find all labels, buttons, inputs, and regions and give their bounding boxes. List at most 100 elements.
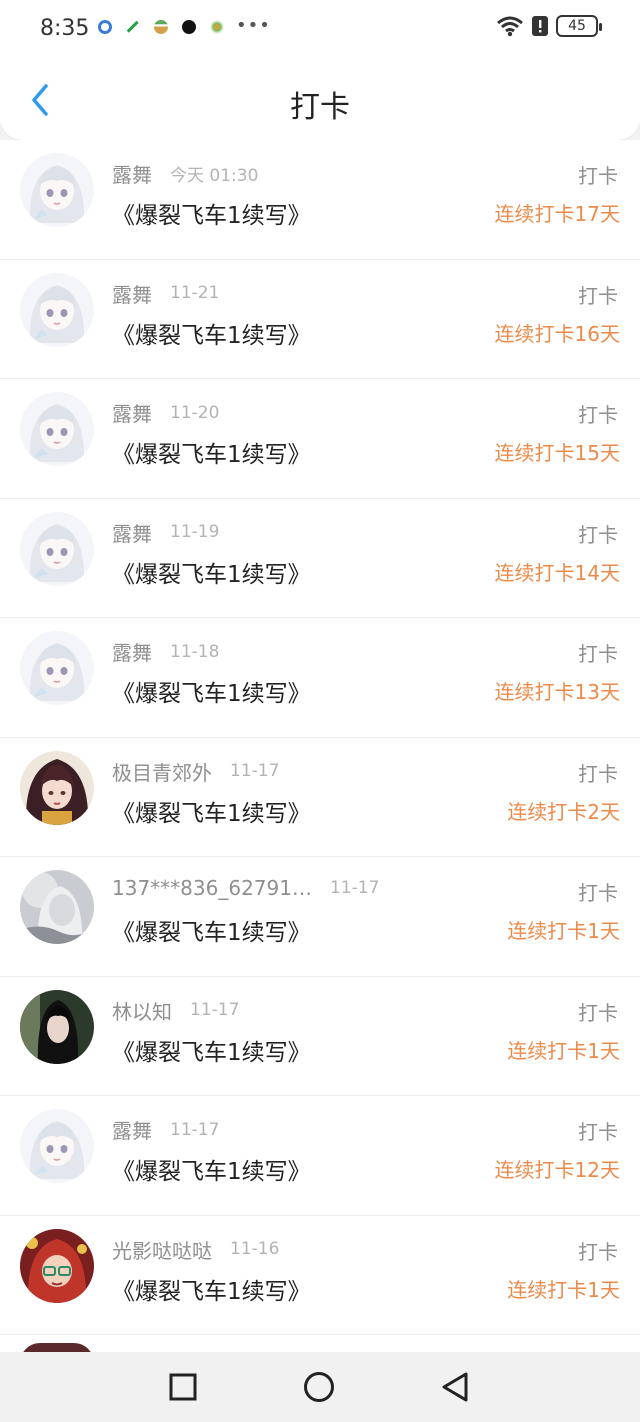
novel-title[interactable]: 《爆裂飞车1续写》 bbox=[112, 1272, 311, 1306]
app-icon bbox=[154, 20, 168, 34]
checkin-label: 打卡 bbox=[578, 642, 618, 666]
triangle-back-icon bbox=[442, 1372, 468, 1402]
status-bar: 8:35 ••• 45 bbox=[0, 0, 640, 60]
meta-line: 露舞 11-21 bbox=[112, 279, 219, 308]
checkin-label: 打卡 bbox=[578, 761, 618, 786]
page-title: 打卡 bbox=[290, 90, 350, 125]
top-app-bar: 打卡 bbox=[0, 60, 640, 140]
streak-count: 连续打卡13天 bbox=[494, 680, 620, 704]
meta-line: 露舞 11-18 bbox=[112, 637, 219, 666]
list-item[interactable]: 极目青郊外 11-17 《爆裂飞车1续写》 打卡 连续打卡2天 bbox=[0, 738, 640, 857]
streak-count: 连续打卡1天 bbox=[507, 1038, 620, 1063]
checkin-label: 打卡 bbox=[578, 1000, 618, 1025]
streak-count: 连续打卡14天 bbox=[494, 560, 620, 585]
user-name[interactable]: 林以知 bbox=[112, 996, 172, 1025]
checkin-label: 打卡 bbox=[578, 164, 618, 188]
meta-line: 露舞 11-20 bbox=[112, 398, 219, 427]
novel-title[interactable]: 《爆裂飞车1续写》 bbox=[112, 196, 311, 230]
list-item[interactable]: 露舞 11-18 《爆裂飞车1续写》 打卡 连续打卡13天 bbox=[0, 618, 640, 738]
avatar bbox=[20, 870, 94, 944]
streak-count: 连续打卡1天 bbox=[507, 1277, 620, 1302]
list-item[interactable]: 林以知 11-17 《爆裂飞车1续写》 打卡 连续打卡1天 bbox=[0, 977, 640, 1096]
app-icon bbox=[98, 20, 112, 34]
wifi-icon bbox=[497, 16, 523, 37]
meta-line: 光影哒哒哒 11-16 bbox=[112, 1235, 279, 1264]
novel-title[interactable]: 《爆裂飞车1续写》 bbox=[112, 316, 311, 350]
checkin-date: 11-19 bbox=[170, 522, 220, 542]
novel-title[interactable]: 《爆裂飞车1续写》 bbox=[112, 794, 311, 828]
list-item[interactable]: 露舞 11-17 《爆裂飞车1续写》 打卡 连续打卡12天 bbox=[0, 1096, 640, 1216]
system-nav-bar bbox=[0, 1352, 640, 1422]
novel-title[interactable]: 《爆裂飞车1续写》 bbox=[112, 435, 311, 469]
notification-icons bbox=[98, 20, 224, 34]
meta-line: 林以知 11-17 bbox=[112, 996, 239, 1025]
streak-count: 连续打卡12天 bbox=[494, 1158, 620, 1182]
avatar bbox=[20, 631, 94, 705]
checkin-date: 11-17 bbox=[329, 878, 380, 898]
user-name[interactable]: 极目青郊外 bbox=[112, 757, 212, 786]
app-icon bbox=[126, 20, 140, 34]
list-item[interactable]: 137***836_62791… 11-17 《爆裂飞车1续写》 打卡 连续打卡… bbox=[0, 857, 640, 977]
checkin-date: 11-17 bbox=[230, 761, 280, 781]
status-time: 8:35 bbox=[40, 16, 90, 41]
user-name[interactable]: 露舞 bbox=[112, 159, 152, 188]
list-item-partial[interactable] bbox=[0, 1335, 640, 1363]
streak-count: 连续打卡17天 bbox=[494, 202, 620, 226]
avatar bbox=[20, 511, 94, 586]
novel-title[interactable]: 《爆裂飞车1续写》 bbox=[112, 1152, 311, 1186]
meta-line: 极目青郊外 11-17 bbox=[112, 757, 279, 786]
avatar bbox=[20, 750, 94, 825]
user-name[interactable]: 露舞 bbox=[112, 637, 152, 666]
meta-line: 137***836_62791… 11-17 bbox=[112, 876, 379, 900]
checkin-label: 打卡 bbox=[578, 283, 618, 308]
avatar bbox=[20, 1228, 94, 1303]
avatar bbox=[20, 989, 94, 1064]
avatar bbox=[20, 1109, 94, 1183]
user-name[interactable]: 露舞 bbox=[112, 279, 152, 308]
list-item[interactable]: 露舞 11-21 《爆裂飞车1续写》 打卡 连续打卡16天 bbox=[0, 260, 640, 379]
status-right: 45 bbox=[496, 15, 602, 37]
novel-title[interactable]: 《爆裂飞车1续写》 bbox=[112, 555, 311, 589]
checkin-label: 打卡 bbox=[578, 1120, 618, 1144]
meta-line: 露舞 11-17 bbox=[112, 1115, 219, 1144]
checkin-date: 11-18 bbox=[170, 641, 220, 662]
streak-count: 连续打卡16天 bbox=[494, 321, 620, 346]
back-nav-button[interactable] bbox=[438, 1370, 472, 1404]
list-item[interactable]: 光影哒哒哒 11-16 《爆裂飞车1续写》 打卡 连续打卡1天 bbox=[0, 1216, 640, 1335]
novel-title[interactable]: 《爆裂飞车1续写》 bbox=[112, 674, 311, 708]
avatar bbox=[20, 392, 94, 466]
checkin-date: 11-17 bbox=[190, 1000, 240, 1020]
square-icon bbox=[169, 1373, 197, 1401]
novel-title[interactable]: 《爆裂飞车1续写》 bbox=[112, 1033, 311, 1067]
app-icon bbox=[182, 20, 196, 34]
recents-button[interactable] bbox=[166, 1370, 200, 1404]
app-icon bbox=[210, 20, 224, 34]
battery-icon: 45 bbox=[556, 15, 602, 37]
avatar bbox=[20, 153, 94, 227]
user-name[interactable]: 137***836_62791… bbox=[112, 876, 312, 900]
checkin-date: 11-16 bbox=[230, 1239, 280, 1259]
user-name[interactable]: 光影哒哒哒 bbox=[112, 1235, 212, 1264]
checkin-date: 11-17 bbox=[170, 1119, 220, 1140]
checkin-label: 打卡 bbox=[578, 522, 618, 547]
list-item[interactable]: 露舞 今天 01:30 《爆裂飞车1续写》 打卡 连续打卡17天 bbox=[0, 140, 640, 260]
checkin-date: 11-20 bbox=[170, 402, 220, 423]
more-icon: ••• bbox=[236, 15, 271, 36]
checkin-label: 打卡 bbox=[578, 881, 618, 905]
checkin-label: 打卡 bbox=[578, 403, 618, 427]
avatar bbox=[20, 272, 94, 347]
checkin-label: 打卡 bbox=[578, 1239, 618, 1264]
list-item[interactable]: 露舞 11-20 《爆裂飞车1续写》 打卡 连续打卡15天 bbox=[0, 379, 640, 499]
streak-count: 连续打卡2天 bbox=[507, 799, 620, 824]
home-button[interactable] bbox=[302, 1370, 336, 1404]
circle-icon bbox=[304, 1372, 334, 1402]
novel-title[interactable]: 《爆裂飞车1续写》 bbox=[112, 913, 311, 947]
user-name[interactable]: 露舞 bbox=[112, 1115, 152, 1144]
user-name[interactable]: 露舞 bbox=[112, 398, 152, 427]
list-item[interactable]: 露舞 11-19 《爆裂飞车1续写》 打卡 连续打卡14天 bbox=[0, 499, 640, 618]
alert-icon bbox=[532, 16, 548, 36]
user-name[interactable]: 露舞 bbox=[112, 518, 152, 547]
streak-count: 连续打卡15天 bbox=[494, 441, 620, 465]
checkin-date: 今天 01:30 bbox=[170, 166, 259, 186]
checkin-date: 11-21 bbox=[170, 283, 220, 303]
